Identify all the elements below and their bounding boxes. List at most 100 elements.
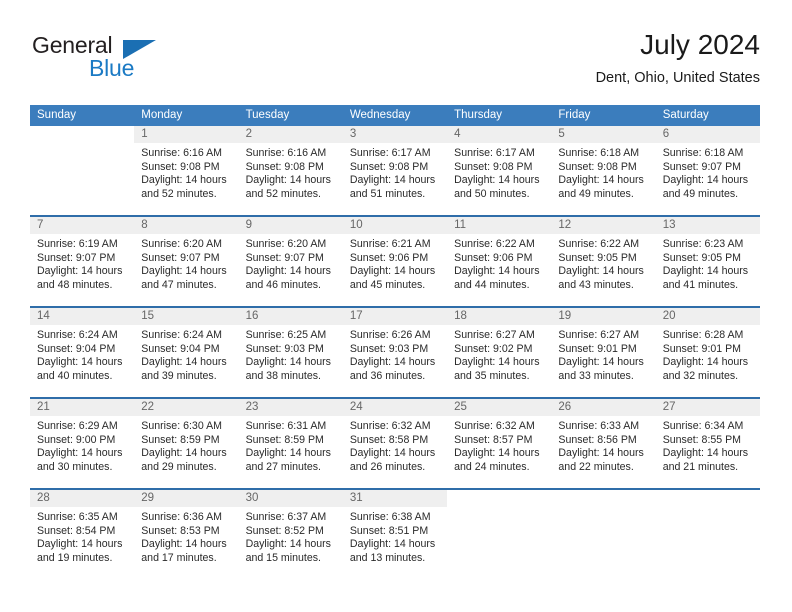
day-sunset-text: Sunset: 8:55 PM — [662, 433, 742, 446]
day-sunset-text: Sunset: 8:52 PM — [245, 524, 324, 537]
day-sunset-text: Sunset: 9:02 PM — [454, 342, 533, 355]
day-daylight-line1-text: Daylight: 14 hours — [558, 265, 644, 278]
day-cell[interactable]: 5 Sunrise: 6:18 AM Sunset: 9:08 PM Daylight… — [551, 126, 656, 208]
day-daylight-line1-text: Daylight: 14 hours — [454, 356, 540, 369]
day-cell[interactable]: 24 Sunrise: 6:32 AM Sunset: 8:58 PM Dayligh… — [342, 399, 448, 481]
day-number: 19 — [551, 308, 656, 325]
day-cell[interactable]: 4 Sunrise: 6:17 AM Sunset: 9:08 PM Daylight… — [447, 126, 552, 208]
day-cell[interactable]: 14 Sunrise: 6:24 AM Sunset: 9:04 PM Dayligh… — [30, 308, 135, 390]
day-number — [30, 126, 134, 143]
weekday-header-tuesday: Tuesday — [245, 109, 290, 121]
day-sun-info: Sunrise: 6:21 AM Sunset: 9:06 PM Daylight:… — [343, 234, 447, 292]
day-daylight-line2-text: and 51 minutes. — [349, 187, 426, 200]
day-sunrise-text: Sunrise: 6:21 AM — [349, 238, 431, 250]
day-cell[interactable]: 19 Sunrise: 6:27 AM Sunset: 9:01 PM Dayligh… — [551, 308, 656, 390]
day-daylight-line2-text: and 36 minutes. — [349, 369, 426, 382]
day-cell[interactable]: 18 Sunrise: 6:27 AM Sunset: 9:02 PM Dayligh… — [447, 308, 552, 390]
day-sunrise-text: Sunrise: 6:27 AM — [558, 329, 640, 341]
page-subtitle: Dent, Ohio, United States — [595, 70, 760, 86]
day-sun-info: Sunrise: 6:31 AM Sunset: 8:59 PM Daylight:… — [239, 416, 343, 474]
day-cell[interactable]: 29 Sunrise: 6:36 AM Sunset: 8:53 PM Dayligh… — [134, 490, 239, 572]
day-sunrise-text: Sunrise: 6:24 AM — [141, 329, 222, 341]
day-daylight-line1-text: Daylight: 14 hours — [349, 447, 436, 460]
day-daylight-line1-text: Daylight: 14 hours — [141, 265, 227, 278]
day-daylight-line2-text: and 40 minutes. — [37, 369, 113, 382]
day-cell[interactable]: 25 Sunrise: 6:32 AM Sunset: 8:57 PM Dayligh… — [447, 399, 552, 481]
day-number: 27 — [655, 399, 760, 416]
day-sun-info: Sunrise: 6:37 AM Sunset: 8:52 PM Daylight:… — [239, 507, 343, 565]
day-cell[interactable]: 22 Sunrise: 6:30 AM Sunset: 8:59 PM Dayligh… — [134, 399, 239, 481]
day-daylight-line2-text: and 52 minutes. — [141, 187, 217, 200]
day-number: 28 — [30, 490, 135, 507]
day-cell[interactable]: 6 Sunrise: 6:18 AM Sunset: 9:07 PM Daylight… — [655, 126, 760, 208]
day-cell[interactable]: 21 Sunrise: 6:29 AM Sunset: 9:00 PM Dayligh… — [30, 399, 135, 481]
day-number: 14 — [30, 308, 135, 325]
day-daylight-line1-text: Daylight: 14 hours — [662, 447, 749, 460]
day-cell[interactable]: 27 Sunrise: 6:34 AM Sunset: 8:55 PM Dayligh… — [655, 399, 760, 481]
day-daylight-line1-text: Daylight: 14 hours — [245, 265, 331, 278]
day-daylight-line2-text: and 39 minutes. — [141, 369, 217, 382]
day-sunrise-text: Sunrise: 6:23 AM — [662, 238, 744, 250]
day-daylight-line2-text: and 49 minutes. — [662, 187, 739, 200]
day-sunrise-text: Sunrise: 6:28 AM — [662, 329, 744, 341]
day-daylight-line2-text: and 45 minutes. — [349, 278, 426, 291]
day-sun-info: Sunrise: 6:28 AM Sunset: 9:01 PM Daylight:… — [656, 325, 760, 383]
day-number: 29 — [134, 490, 239, 507]
day-sun-info: Sunrise: 6:20 AM Sunset: 9:07 PM Daylight:… — [134, 234, 238, 292]
day-daylight-line2-text: and 35 minutes. — [454, 369, 530, 382]
day-cell[interactable]: 31 Sunrise: 6:38 AM Sunset: 8:51 PM Dayligh… — [342, 490, 448, 572]
day-sun-info: Sunrise: 6:33 AM Sunset: 8:56 PM Daylight:… — [551, 416, 655, 474]
day-sunrise-text: Sunrise: 6:20 AM — [141, 238, 222, 250]
day-sunset-text: Sunset: 9:01 PM — [662, 342, 742, 355]
day-number: 26 — [551, 399, 656, 416]
day-sunset-text: Sunset: 9:04 PM — [37, 342, 116, 355]
day-sunrise-text: Sunrise: 6:18 AM — [558, 147, 640, 159]
day-cell[interactable]: 9 Sunrise: 6:20 AM Sunset: 9:07 PM Daylight… — [238, 217, 343, 299]
day-cell[interactable]: 16 Sunrise: 6:25 AM Sunset: 9:03 PM Dayligh… — [238, 308, 343, 390]
day-daylight-line1-text: Daylight: 14 hours — [37, 356, 123, 369]
day-sun-info: Sunrise: 6:22 AM Sunset: 9:05 PM Daylight:… — [551, 234, 655, 292]
day-sun-info: Sunrise: 6:20 AM Sunset: 9:07 PM Daylight:… — [239, 234, 343, 292]
day-cell[interactable]: 2 Sunrise: 6:16 AM Sunset: 9:08 PM Daylight… — [238, 126, 343, 208]
day-daylight-line2-text: and 33 minutes. — [558, 369, 634, 382]
day-sun-info: Sunrise: 6:32 AM Sunset: 8:57 PM Daylight:… — [447, 416, 551, 474]
day-sunrise-text: Sunrise: 6:18 AM — [662, 147, 744, 159]
weekday-header-thursday: Thursday — [454, 109, 503, 121]
day-cell[interactable]: 23 Sunrise: 6:31 AM Sunset: 8:59 PM Dayligh… — [238, 399, 343, 481]
day-cell[interactable]: 7 Sunrise: 6:19 AM Sunset: 9:07 PM Daylight… — [30, 217, 135, 299]
day-cell[interactable]: 17 Sunrise: 6:26 AM Sunset: 9:03 PM Dayligh… — [342, 308, 448, 390]
day-cell[interactable]: 1 Sunrise: 6:16 AM Sunset: 9:08 PM Daylight… — [134, 126, 239, 208]
day-daylight-line1-text: Daylight: 14 hours — [245, 538, 331, 551]
day-number — [447, 490, 551, 507]
day-sun-info: Sunrise: 6:24 AM Sunset: 9:04 PM Daylight:… — [30, 325, 134, 383]
day-sunset-text: Sunset: 9:08 PM — [141, 160, 220, 173]
day-cell[interactable]: 11 Sunrise: 6:22 AM Sunset: 9:06 PM Dayligh… — [447, 217, 552, 299]
day-daylight-line1-text: Daylight: 14 hours — [141, 538, 227, 551]
day-cell-empty — [551, 490, 655, 572]
weekday-header-sunday: Sunday — [37, 109, 77, 121]
day-sunrise-text: Sunrise: 6:17 AM — [454, 147, 535, 159]
day-number: 17 — [342, 308, 448, 325]
day-cell[interactable]: 15 Sunrise: 6:24 AM Sunset: 9:04 PM Dayligh… — [134, 308, 239, 390]
day-daylight-line1-text: Daylight: 14 hours — [37, 265, 123, 278]
day-daylight-line2-text: and 30 minutes. — [37, 460, 113, 473]
calendar-body: 1 Sunrise: 6:16 AM Sunset: 9:08 PM Daylight… — [30, 126, 760, 572]
day-cell[interactable]: 28 Sunrise: 6:35 AM Sunset: 8:54 PM Dayligh… — [30, 490, 135, 572]
day-sun-info: Sunrise: 6:38 AM Sunset: 8:51 PM Daylight:… — [343, 507, 447, 565]
day-number: 21 — [30, 399, 135, 416]
day-cell[interactable]: 12 Sunrise: 6:22 AM Sunset: 9:05 PM Dayligh… — [551, 217, 656, 299]
day-cell[interactable]: 30 Sunrise: 6:37 AM Sunset: 8:52 PM Dayligh… — [238, 490, 343, 572]
day-cell[interactable]: 8 Sunrise: 6:20 AM Sunset: 9:07 PM Daylight… — [134, 217, 239, 299]
day-cell[interactable]: 26 Sunrise: 6:33 AM Sunset: 8:56 PM Dayligh… — [551, 399, 656, 481]
day-daylight-line2-text: and 22 minutes. — [558, 460, 634, 473]
day-sun-info: Sunrise: 6:30 AM Sunset: 8:59 PM Daylight:… — [134, 416, 238, 474]
calendar-week-row: 14 Sunrise: 6:24 AM Sunset: 9:04 PM Dayligh… — [30, 306, 760, 390]
brand-logo[interactable]: General Blue — [30, 32, 230, 88]
day-daylight-line1-text: Daylight: 14 hours — [454, 174, 540, 187]
day-sun-info: Sunrise: 6:24 AM Sunset: 9:04 PM Daylight:… — [134, 325, 238, 383]
day-cell[interactable]: 3 Sunrise: 6:17 AM Sunset: 9:08 PM Daylight… — [342, 126, 448, 208]
day-cell[interactable]: 20 Sunrise: 6:28 AM Sunset: 9:01 PM Dayligh… — [655, 308, 760, 390]
day-daylight-line1-text: Daylight: 14 hours — [141, 356, 227, 369]
day-cell[interactable]: 10 Sunrise: 6:21 AM Sunset: 9:06 PM Dayligh… — [342, 217, 448, 299]
day-cell[interactable]: 13 Sunrise: 6:23 AM Sunset: 9:05 PM Dayligh… — [655, 217, 760, 299]
